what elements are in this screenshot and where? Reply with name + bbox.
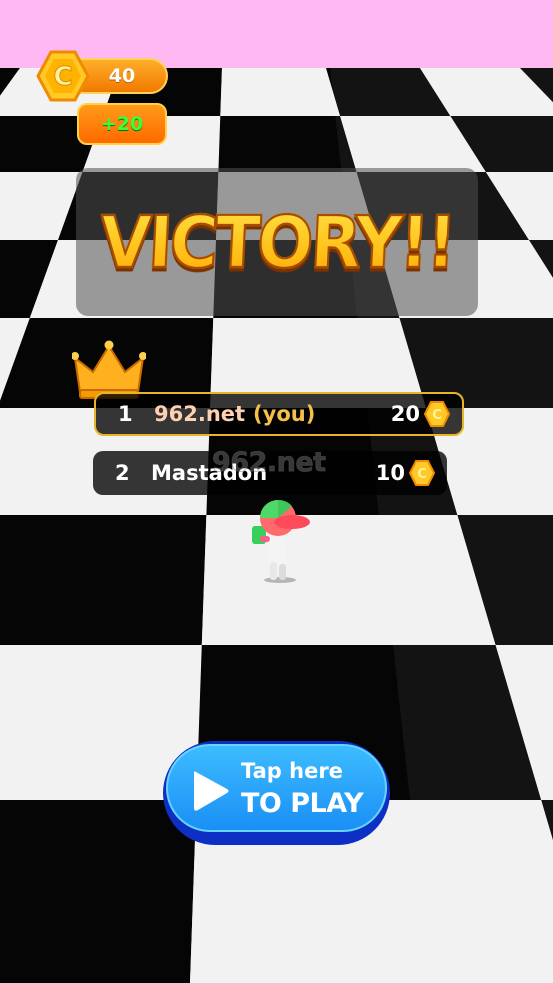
- play-button-label-large: TO PLAY: [241, 788, 364, 819]
- victory-banner: VICTORY!!: [76, 168, 478, 316]
- reward-badge: +20: [77, 103, 167, 145]
- coin-count: 40: [108, 65, 136, 87]
- floor-tile: [0, 515, 207, 645]
- coin-icon: C: [409, 460, 435, 486]
- floor-tile: [220, 68, 341, 116]
- victory-title: VICTORY!!: [72, 162, 482, 322]
- svg-text:C: C: [432, 408, 442, 423]
- leaderboard-row-1: 1 962.net (you) 20 C: [94, 392, 464, 436]
- watermark: 962.net: [212, 447, 327, 479]
- rank: 2: [115, 461, 130, 485]
- score: 10: [375, 461, 405, 485]
- play-icon: [194, 771, 229, 811]
- you-tag: (you): [253, 402, 316, 426]
- svg-text:C: C: [53, 62, 72, 92]
- player-name-text: 962.net: [154, 402, 246, 426]
- floor-tile: [0, 800, 197, 983]
- tap-to-play-button[interactable]: Tap here TO PLAY: [163, 741, 390, 845]
- svg-text:C: C: [417, 467, 427, 482]
- rank: 1: [118, 402, 133, 426]
- player-character: [252, 499, 310, 583]
- play-button-face[interactable]: Tap here TO PLAY: [166, 744, 387, 832]
- coin-icon: C: [36, 50, 90, 102]
- coin-icon: C: [424, 401, 450, 427]
- score: 20: [390, 402, 420, 426]
- play-button-label-small: Tap here: [241, 759, 343, 783]
- player-name: 962.net (you): [154, 402, 315, 426]
- reward-amount: +20: [100, 113, 144, 135]
